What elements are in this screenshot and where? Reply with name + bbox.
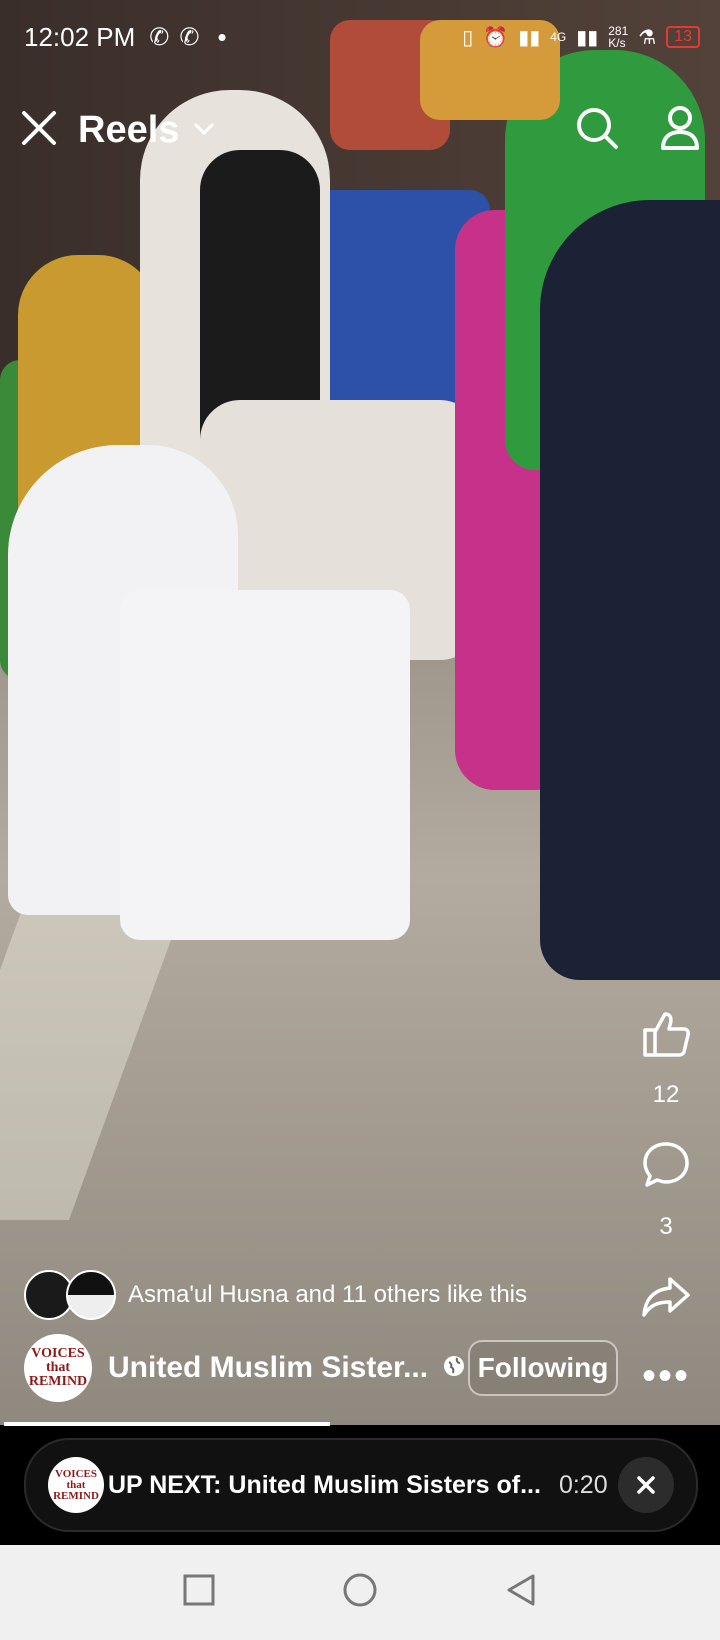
system-nav-bar [0,1545,720,1640]
search-icon[interactable] [574,105,620,156]
up-next-title[interactable]: UP NEXT: United Muslim Sisters of... [108,1471,541,1500]
thumbs-up-icon[interactable] [641,1012,691,1062]
flask-icon: ⚗ [638,26,657,49]
status-bar: 12:02 PM ✆ ✆ • ▯ ⏰ ▮▮ 4G ▮▮ 281 K/s ⚗ 13 [24,14,700,60]
comment-count: 3 [659,1213,673,1240]
reels-header: Reels [20,100,700,160]
up-next-thumbnail: VOICES that REMIND [48,1457,104,1513]
up-next-bar[interactable]: VOICES that REMIND UP NEXT: United Musli… [24,1438,698,1532]
video-scene [0,0,720,1425]
notification-dot-icon: • [217,21,227,52]
reel-video[interactable] [0,0,720,1425]
video-progress-bar[interactable] [4,1422,330,1426]
home-icon[interactable] [342,1572,378,1613]
close-icon [637,1476,655,1494]
avatar [66,1270,116,1320]
likes-text: Asma'ul Husna and 11 others like this [128,1281,528,1308]
page-title[interactable]: Reels [78,109,179,152]
battery-indicator: 13 [666,26,700,48]
globe-icon [442,1354,466,1383]
signal-icon: ▮▮ [576,26,599,49]
whatsapp-icon: ✆ [179,23,200,51]
reel-owner: VOICES that REMIND United Muslim Sister.… [24,1334,466,1402]
comment-icon[interactable] [641,1142,691,1194]
owner-avatar[interactable]: VOICES that REMIND [24,1334,92,1402]
owner-logo-text: VOICES that REMIND [28,1346,88,1389]
status-time: 12:02 PM [24,21,136,52]
share-icon[interactable] [640,1277,692,1323]
recents-icon[interactable] [183,1574,215,1611]
owner-name[interactable]: United Muslim Sister... [108,1351,428,1385]
vibrate-icon: ▯ [462,26,474,49]
profile-icon[interactable] [660,105,700,156]
more-options-icon[interactable]: ••• [642,1356,690,1396]
like-action[interactable]: 12 [634,1010,698,1109]
up-next-duration: 0:20 [558,1470,608,1499]
comment-action[interactable]: 3 [634,1140,698,1241]
chevron-down-icon[interactable] [193,119,215,142]
network-speed: 281 K/s [608,24,629,50]
share-action[interactable] [634,1275,698,1324]
following-button[interactable]: Following [468,1340,618,1396]
back-icon[interactable] [505,1573,537,1612]
close-icon[interactable] [20,109,58,152]
signal-icon: ▮▮ [518,26,541,49]
like-count: 12 [652,1081,680,1108]
network-type: 4G [550,30,567,44]
whatsapp-icon: ✆ [149,23,170,51]
alarm-icon: ⏰ [483,26,509,49]
up-next-logo-text: VOICES that REMIND [53,1467,99,1502]
up-next-close-button[interactable] [618,1457,674,1513]
likes-summary[interactable]: Asma'ul Husna and 11 others like this [24,1270,527,1320]
